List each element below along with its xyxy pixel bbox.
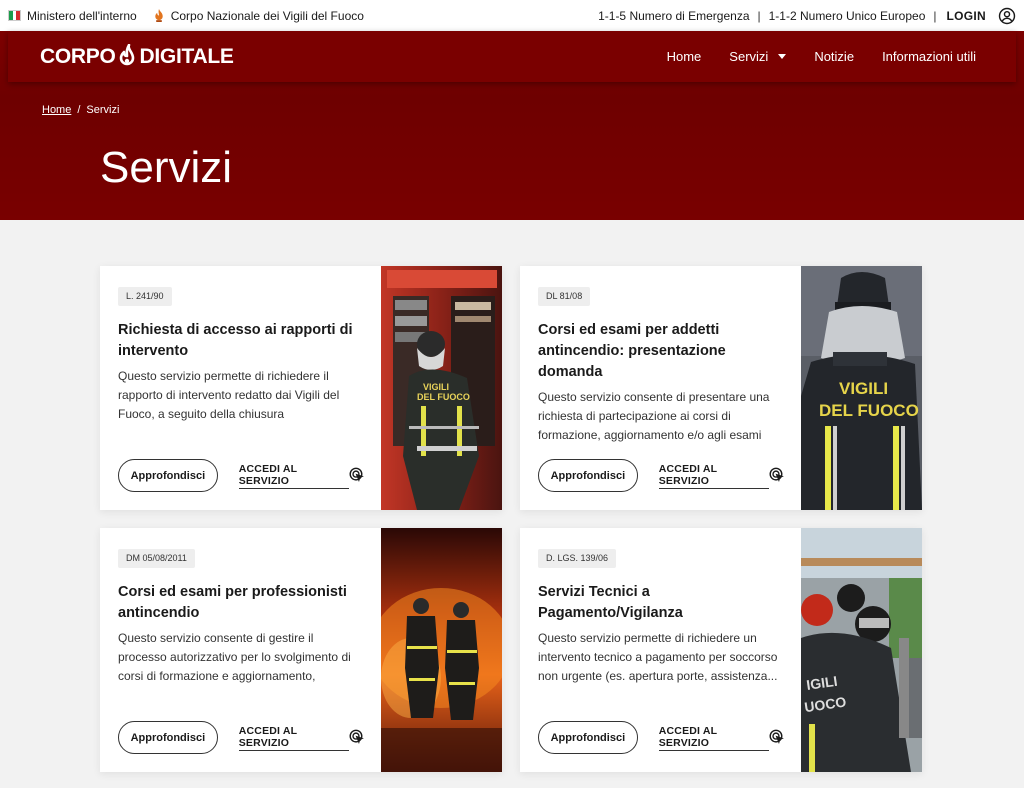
card-description: Questo servizio permette di richiedere i… (118, 369, 340, 421)
cursor-click-icon[interactable] (349, 467, 366, 484)
more-button[interactable]: Approfondisci (538, 721, 638, 754)
nav-info[interactable]: Informazioni utili (882, 49, 976, 64)
access-service-link[interactable]: ACCEDI AL SERVIZIO (658, 725, 770, 751)
caret-down-icon (778, 54, 787, 59)
nav-services-dropdown[interactable]: Servizi (729, 49, 787, 64)
service-card: D. LGS. 139/06 Servizi Tecnici a Pagamen… (520, 528, 922, 772)
cursor-click-icon[interactable] (769, 467, 786, 484)
card-description: Questo servizio permette di richiedere u… (538, 631, 778, 683)
svg-text:DEL FUOCO: DEL FUOCO (417, 392, 470, 402)
login-link[interactable]: LOGIN (947, 9, 987, 23)
european-number: 1-1-2 Numero Unico Europeo (768, 8, 926, 23)
italy-flag-icon (8, 10, 21, 21)
more-button[interactable]: Approfondisci (118, 721, 218, 754)
access-service-link[interactable]: ACCEDI AL SERVIZIO (658, 463, 770, 489)
service-card: DM 05/08/2011 Corsi ed esami per profess… (100, 528, 502, 772)
flame-logo-icon (119, 43, 134, 65)
card-title[interactable]: Servizi Tecnici a Pagamento/Vigilanza (538, 582, 784, 624)
cursor-click-icon[interactable] (769, 729, 786, 746)
svg-text:VIGILI: VIGILI (423, 382, 449, 392)
service-card: L. 241/90 Richiesta di accesso ai rappor… (100, 266, 502, 510)
more-button[interactable]: Approfondisci (538, 459, 638, 492)
corps-link[interactable]: Corpo Nazionale dei Vigili del Fuoco (171, 9, 364, 23)
nav-services-label: Servizi (729, 49, 769, 64)
emergency-number: 1-1-5 Numero di Emergenza (598, 8, 750, 23)
breadcrumb-current: Servizi (86, 104, 120, 116)
card-title[interactable]: Richiesta di accesso ai rapporti di inte… (118, 320, 364, 362)
law-tag: D. LGS. 139/06 (538, 549, 617, 568)
more-button[interactable]: Approfondisci (118, 459, 218, 492)
brand-text-part1: CORPO (40, 44, 116, 68)
firefighter-truck-image: VIGILI DEL FUOCO (381, 266, 502, 510)
user-circle-icon[interactable] (998, 7, 1016, 25)
card-description: Questo servizio consente di presentare u… (538, 390, 770, 442)
ministry-link[interactable]: Ministero dell'interno (27, 9, 137, 23)
nav-news[interactable]: Notizie (814, 49, 854, 64)
breadcrumb-separator: / (77, 104, 81, 116)
breadcrumb: Home / Servizi (42, 104, 119, 116)
firefighters-fire-image (381, 528, 502, 772)
brand-text-part2: DIGITALE (139, 44, 234, 68)
main-navbar: CORPO DIGITALE Home Servizi Notizie Info… (8, 31, 1016, 82)
law-tag: DL 81/08 (538, 287, 591, 306)
vigili-text: VIGILI (839, 379, 888, 398)
card-title[interactable]: Corsi ed esami per professionisti antinc… (118, 582, 364, 624)
brand-logo[interactable]: CORPO DIGITALE (40, 43, 234, 70)
access-service-link[interactable]: ACCEDI AL SERVIZIO (238, 463, 350, 489)
cursor-click-icon[interactable] (349, 729, 366, 746)
firefighters-rescue-image: IGILI UOCO (801, 528, 922, 772)
hero-section: CORPO DIGITALE Home Servizi Notizie Info… (0, 31, 1024, 220)
law-tag: DM 05/08/2011 (118, 549, 195, 568)
service-card: DL 81/08 Corsi ed esami per addetti anti… (520, 266, 922, 510)
main-nav: Home Servizi Notizie Informazioni utili (667, 49, 976, 64)
firefighter-back-image: VIGILI DEL FUOCO (801, 266, 922, 510)
top-utility-bar: Ministero dell'interno Corpo Nazionale d… (0, 0, 1024, 31)
law-tag: L. 241/90 (118, 287, 172, 306)
page-title: Servizi (100, 143, 233, 192)
card-title[interactable]: Corsi ed esami per addetti antincendio: … (538, 320, 784, 383)
flame-icon (154, 9, 163, 22)
card-description: Questo servizio consente di gestire il p… (118, 631, 351, 683)
separator: | (933, 8, 937, 23)
breadcrumb-home[interactable]: Home (42, 104, 71, 116)
separator: | (757, 8, 761, 23)
nav-home[interactable]: Home (667, 49, 702, 64)
access-service-link[interactable]: ACCEDI AL SERVIZIO (238, 725, 350, 751)
svg-text:DEL FUOCO: DEL FUOCO (819, 401, 919, 420)
